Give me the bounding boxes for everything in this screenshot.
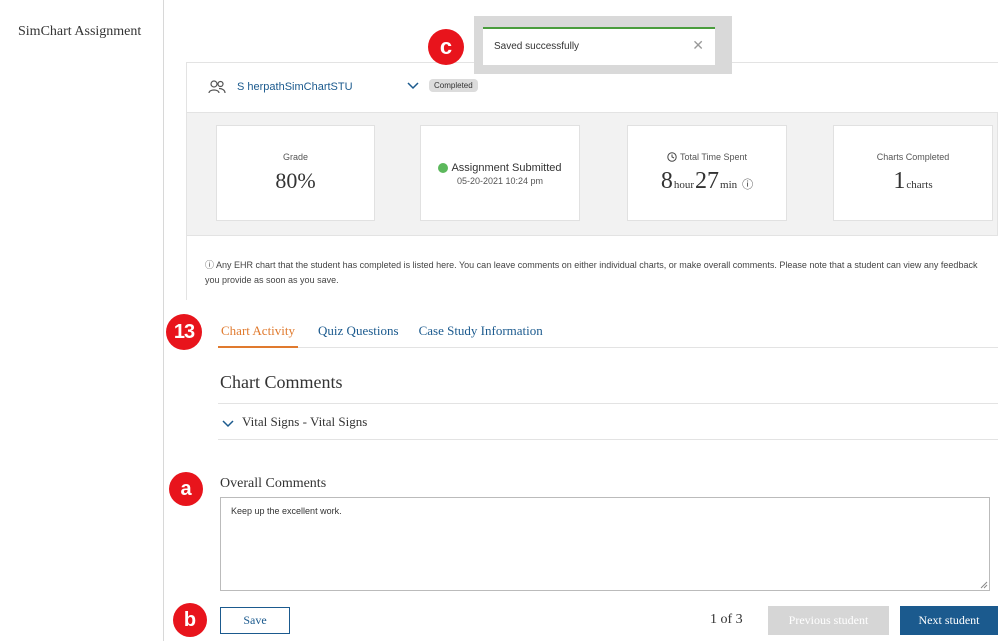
save-button[interactable]: Save — [220, 607, 290, 634]
next-student-button[interactable]: Next student — [900, 606, 998, 635]
annotation-marker-b: b — [173, 603, 207, 637]
info-strip: ⓘ Any EHR chart that the student has com… — [187, 235, 998, 301]
minutes-value: 27 — [695, 168, 720, 194]
tab-bar: Chart Activity Quiz Questions Case Study… — [218, 320, 998, 348]
grade-card: Grade 80% — [216, 125, 375, 221]
chevron-down-icon[interactable] — [407, 82, 419, 90]
chart-comment-label: Vital Signs - Vital Signs — [242, 414, 368, 429]
people-icon — [208, 80, 226, 94]
hours-value: 8 — [660, 168, 673, 194]
submission-card: Assignment Submitted 05-20-2021 10:24 pm — [420, 125, 580, 221]
summary-panel: S herpathSimChartSTU Completed Grade 80%… — [186, 62, 998, 301]
pager-indicator: 1 of 3 — [710, 612, 743, 627]
info-text: ⓘ Any EHR chart that the student has com… — [205, 258, 985, 288]
charts-completed-unit: charts — [906, 179, 933, 191]
charts-completed-label: Charts Completed — [876, 152, 950, 162]
annotation-marker-a: a — [169, 472, 203, 506]
status-badge: Completed — [429, 79, 478, 92]
chart-comment-item[interactable]: Vital Signs - Vital Signs — [218, 403, 998, 440]
toast: Saved successfully ✕ — [474, 16, 732, 74]
tab-case-study-information[interactable]: Case Study Information — [419, 320, 543, 347]
tab-chart-activity[interactable]: Chart Activity — [218, 320, 299, 348]
chevron-down-icon[interactable] — [222, 420, 234, 428]
time-spent-card: Total Time Spent 8 hour 27 min ⓘ — [627, 125, 787, 221]
charts-completed-card: Charts Completed 1 charts — [833, 125, 993, 221]
status-dot-icon — [438, 163, 449, 173]
submission-date: 05-20-2021 10:24 pm — [456, 176, 544, 186]
hours-unit: hour — [673, 179, 695, 191]
info-icon[interactable]: ⓘ — [742, 176, 753, 192]
info-icon: ⓘ — [205, 260, 215, 270]
student-name[interactable]: S herpathSimChartSTU — [237, 81, 353, 93]
annotation-marker-c: c — [428, 29, 464, 65]
chart-comments-title: Chart Comments — [220, 372, 343, 392]
minutes-unit: min — [720, 179, 738, 191]
charts-completed-value: 1 — [893, 168, 906, 194]
time-spent-label: Total Time Spent — [679, 152, 748, 162]
annotation-marker-13: 13 — [166, 314, 202, 350]
resize-handle-icon[interactable] — [980, 581, 988, 589]
app-title: SimChart Assignment — [18, 24, 142, 39]
left-divider — [163, 0, 164, 641]
info-message: Any EHR chart that the student has compl… — [205, 260, 978, 285]
grade-label: Grade — [282, 152, 308, 162]
toast-body: Saved successfully ✕ — [483, 27, 715, 65]
clock-icon — [667, 152, 677, 162]
overall-comments-label: Overall Comments — [220, 476, 327, 491]
toast-message: Saved successfully — [494, 41, 580, 52]
tab-quiz-questions[interactable]: Quiz Questions — [318, 320, 399, 347]
overall-comments-textarea[interactable]: Keep up the excellent work. — [220, 497, 990, 591]
submission-status: Assignment Submitted — [451, 162, 562, 174]
close-icon[interactable]: ✕ — [692, 38, 704, 54]
previous-student-button[interactable]: Previous student — [768, 606, 889, 635]
grade-value: 80% — [275, 168, 316, 193]
